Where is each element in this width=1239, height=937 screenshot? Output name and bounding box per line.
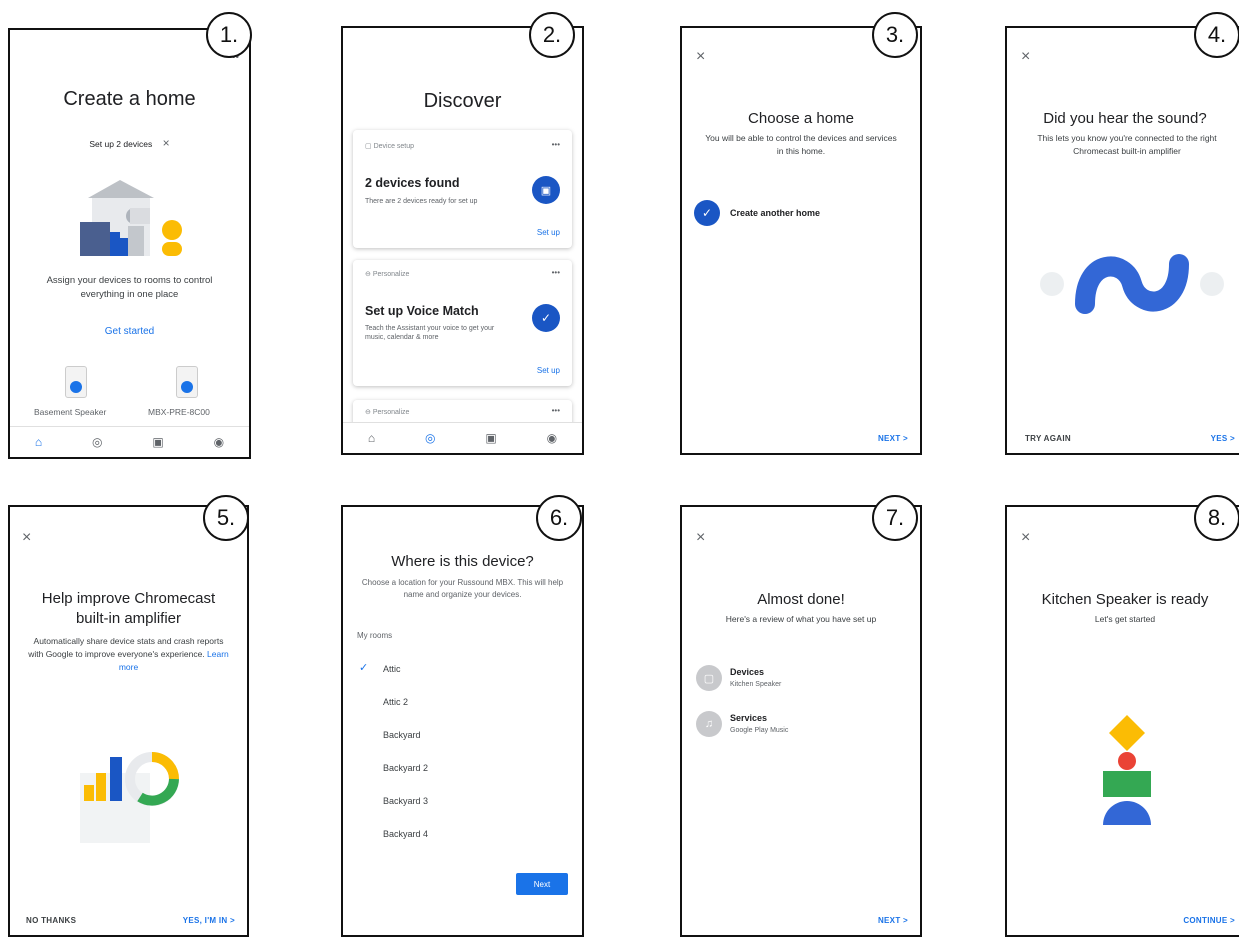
step-badge: 8.	[1194, 495, 1239, 541]
review-item-sub: Google Play Music	[730, 727, 789, 734]
step-badge: 6.	[536, 495, 582, 541]
room-option[interactable]: Backyard 2	[383, 763, 428, 773]
description: Choose a location for your Russound MBX.…	[361, 578, 564, 599]
panel-almost-done: × Almost done! Here's a review of what y…	[680, 505, 922, 937]
step-badge: 2.	[529, 12, 575, 58]
step-badge: 4.	[1194, 12, 1239, 58]
media-icon[interactable]: ▣	[485, 431, 496, 445]
stats-illustration	[80, 752, 179, 843]
voice-check-icon: ✓	[532, 304, 560, 332]
section-label: My rooms	[357, 631, 393, 640]
room-option[interactable]: Attic	[383, 664, 401, 674]
close-icon[interactable]: ×	[1021, 48, 1030, 66]
home-icon[interactable]: ⌂	[368, 431, 375, 445]
devices-icon: ▣	[532, 176, 560, 204]
home-icon[interactable]: ⌂	[35, 435, 42, 449]
try-again-button[interactable]: TRY AGAIN	[1025, 434, 1071, 443]
device-icon[interactable]	[176, 366, 198, 398]
room-option[interactable]: Backyard 4	[383, 829, 428, 839]
discover-icon[interactable]: ◎	[425, 431, 435, 445]
panel-discover: Discover ▢ Device setup ••• 2 devices fo…	[341, 26, 584, 455]
description: Automatically share device stats and cra…	[28, 636, 229, 672]
account-icon[interactable]: ◉	[547, 431, 557, 445]
step-badge: 1.	[206, 12, 252, 58]
description: Here's a review of what you have set up	[725, 614, 877, 624]
review-item-label: Services	[730, 713, 768, 723]
panel-help-improve: × Help improve Chromecast built-in ampli…	[8, 505, 249, 937]
account-icon[interactable]: ◉	[214, 435, 224, 449]
device-name: Basement Speaker	[34, 407, 107, 417]
panel-choose-home: × Choose a home You will be able to cont…	[680, 26, 922, 455]
panel-hear-sound: × Did you hear the sound? This lets you …	[1005, 26, 1239, 455]
step-badge: 5.	[203, 495, 249, 541]
home-illustration	[80, 180, 182, 256]
review-item-label: Devices	[730, 667, 765, 677]
close-icon[interactable]: ×	[696, 529, 705, 547]
selected-check-icon: ✓	[359, 662, 369, 674]
next-button[interactable]: Next	[516, 873, 568, 895]
device-icon[interactable]	[65, 366, 87, 398]
close-icon[interactable]: ×	[696, 48, 705, 66]
page-title: Almost done!	[757, 591, 845, 608]
devices-icon: ▢	[696, 665, 722, 691]
room-option[interactable]: Backyard	[383, 730, 421, 740]
description: You will be able to control the devices …	[705, 133, 897, 156]
close-icon[interactable]: ×	[163, 136, 170, 150]
more-icon[interactable]: •••	[552, 140, 560, 149]
description: This lets you know you're connected to t…	[1037, 133, 1217, 156]
setup-chip-label: Set up 2 devices	[89, 139, 153, 149]
bottom-nav: ⌂ ◎ ▣ ◉	[343, 422, 582, 453]
page-title: Choose a home	[748, 110, 854, 127]
page-title: Where is this device?	[391, 553, 534, 570]
page-title: Kitchen Speaker is ready	[1041, 591, 1209, 608]
yes-button[interactable]: YES >	[1211, 434, 1235, 443]
no-thanks-button[interactable]: NO THANKS	[26, 916, 76, 925]
card-tag: ⊖ Personalize	[365, 409, 410, 416]
description: Let's get started	[1094, 614, 1156, 624]
get-started-link[interactable]: Get started	[10, 326, 249, 337]
close-icon[interactable]: ×	[1021, 529, 1030, 547]
card-tag: ▢ Device setup	[365, 143, 415, 150]
sound-wave-illustration	[1040, 254, 1224, 314]
card-description: Teach the Assistant your voice to get yo…	[365, 325, 495, 342]
create-home-option[interactable]: Create another home	[730, 208, 820, 218]
more-icon[interactable]: •••	[552, 406, 560, 415]
next-button[interactable]: NEXT >	[878, 916, 908, 925]
setup-button[interactable]: Set up	[537, 228, 560, 237]
continue-button[interactable]: CONTINUE >	[1183, 916, 1235, 925]
card-description: There are 2 devices ready for set up	[365, 198, 478, 205]
page-title: Help improve Chromecast built-in amplifi…	[41, 590, 216, 628]
discover-icon[interactable]: ◎	[92, 435, 102, 449]
review-item-sub: Kitchen Speaker	[730, 681, 782, 688]
panel-speaker-ready: × Kitchen Speaker is ready Let's get sta…	[1005, 505, 1239, 937]
more-icon[interactable]: •••	[552, 268, 560, 277]
page-title: Did you hear the sound?	[1043, 110, 1207, 127]
services-icon: ♫	[696, 711, 722, 737]
voice-match-card[interactable]: ⊖ Personalize ••• Set up Voice Match Tea…	[353, 260, 572, 386]
close-icon[interactable]: ×	[22, 529, 31, 547]
card-heading: 2 devices found	[365, 176, 460, 190]
next-button[interactable]: NEXT >	[878, 434, 908, 443]
page-title: Discover	[423, 90, 502, 112]
bottom-nav: ⌂ ◎ ▣ ◉	[10, 426, 249, 457]
panel-create-home: ••• Create a home Set up 2 devices × Ass…	[8, 28, 251, 459]
check-icon[interactable]: ✓	[694, 200, 720, 226]
media-icon[interactable]: ▣	[152, 435, 163, 449]
step-badge: 7.	[872, 495, 918, 541]
room-option[interactable]: Backyard 3	[383, 796, 428, 806]
step-badge: 3.	[872, 12, 918, 58]
room-option[interactable]: Attic 2	[383, 697, 408, 707]
device-found-card[interactable]: ▢ Device setup ••• 2 devices found There…	[353, 130, 572, 248]
description: Assign your devices to rooms to control …	[46, 275, 213, 301]
setup-chip[interactable]: Set up 2 devices ×	[10, 136, 249, 150]
panel-where-device: Where is this device? Choose a location …	[341, 505, 584, 937]
page-title: Create a home	[63, 88, 196, 110]
yes-im-in-button[interactable]: YES, I'M IN >	[183, 916, 235, 925]
device-name: MBX-PRE-8C00	[148, 407, 210, 417]
setup-button[interactable]: Set up	[537, 366, 560, 375]
card-tag: ⊖ Personalize	[365, 271, 410, 278]
card-heading: Set up Voice Match	[365, 304, 479, 318]
ready-illustration	[1103, 715, 1151, 825]
